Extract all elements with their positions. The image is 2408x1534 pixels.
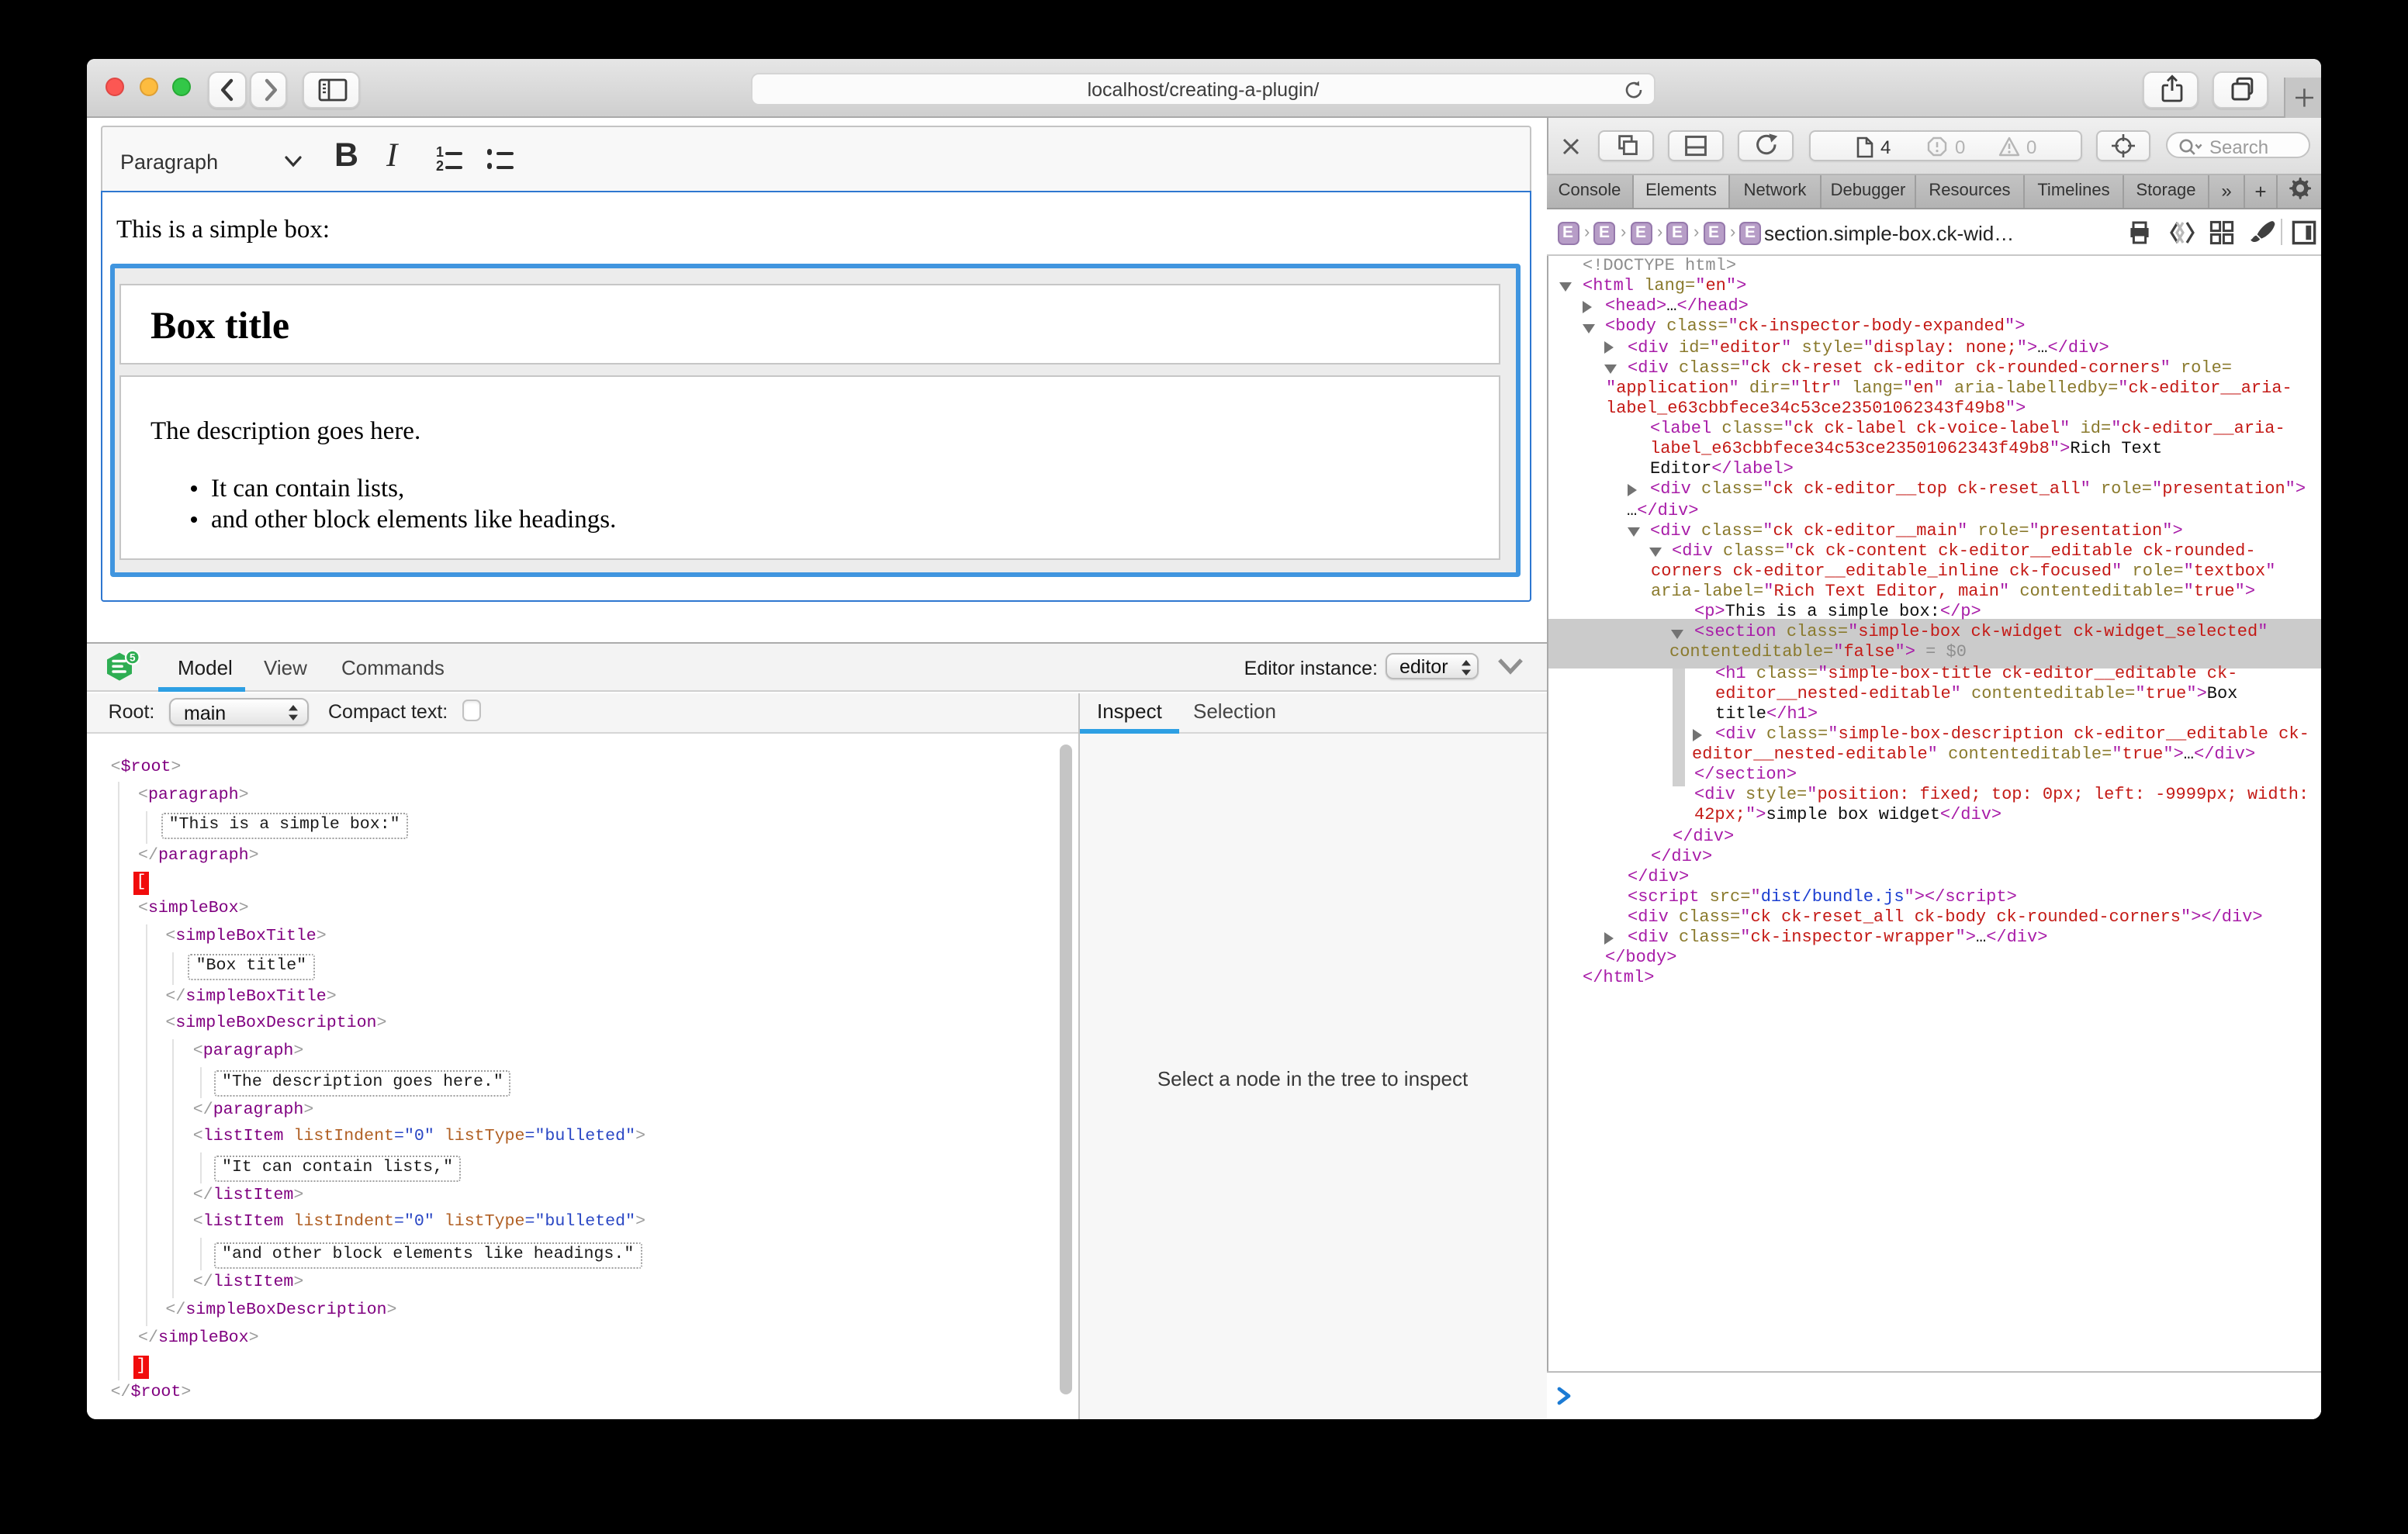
svg-text:5: 5: [130, 652, 136, 664]
